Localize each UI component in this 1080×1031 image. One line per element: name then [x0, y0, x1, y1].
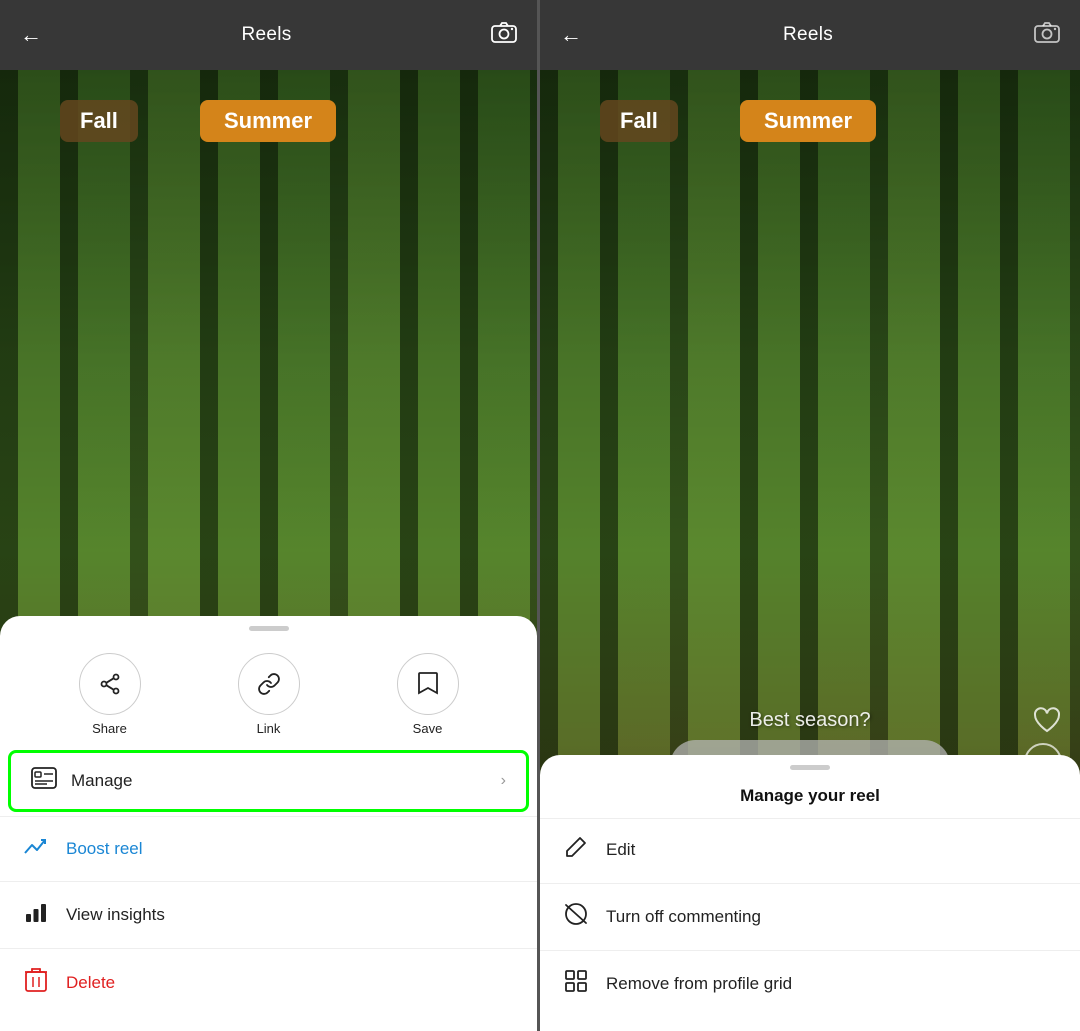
link-icon-circle: [238, 653, 300, 715]
delete-label: Delete: [66, 973, 115, 993]
right-camera-icon[interactable]: [1034, 21, 1060, 49]
view-insights-label: View insights: [66, 905, 165, 925]
manage-reel-title: Manage your reel: [540, 778, 1080, 819]
right-divider-1: [540, 883, 1080, 884]
right-divider-2: [540, 950, 1080, 951]
poll-question: Best season?: [670, 709, 950, 732]
left-summer-tag: Summer: [200, 100, 336, 142]
divider-3: [0, 948, 537, 949]
left-panel: ← Reels Fall Summer: [0, 0, 540, 1031]
link-label: Link: [257, 721, 281, 736]
right-summer-tag: Summer: [740, 100, 876, 142]
left-back-button[interactable]: ←: [20, 22, 42, 48]
share-action[interactable]: Share: [79, 653, 141, 736]
right-title: Reels: [783, 24, 833, 46]
left-sheet-handle: [249, 626, 289, 631]
insights-icon: [22, 900, 50, 930]
delete-icon: [22, 967, 50, 999]
edit-item[interactable]: Edit: [540, 819, 1080, 881]
right-back-button[interactable]: ←: [560, 22, 582, 48]
right-fall-tag: Fall: [600, 100, 678, 142]
share-icon-circle: [79, 653, 141, 715]
left-bottom-sheet: Share Link Sa: [0, 616, 537, 1031]
divider-2: [0, 881, 537, 882]
save-label: Save: [413, 721, 443, 736]
boost-reel-item[interactable]: Boost reel: [0, 819, 537, 879]
manage-row[interactable]: Manage ›: [8, 750, 529, 812]
left-fall-tag: Fall: [60, 100, 138, 142]
manage-icon: [31, 767, 57, 795]
boost-icon: [22, 835, 50, 863]
right-top-bar: ← Reels: [540, 0, 1080, 70]
save-action[interactable]: Save: [397, 653, 459, 736]
view-insights-item[interactable]: View insights: [0, 884, 537, 946]
share-label: Share: [92, 721, 127, 736]
manage-chevron: ›: [501, 772, 506, 790]
left-top-bar: ← Reels: [0, 0, 537, 70]
right-bottom-sheet: Manage your reel Edit Turn off commentin…: [540, 755, 1080, 1031]
link-action[interactable]: Link: [238, 653, 300, 736]
turn-off-commenting-label: Turn off commenting: [606, 907, 761, 927]
action-icons-row: Share Link Sa: [0, 639, 537, 746]
right-panel: ← Reels Fall Summer Best season? FALL SU…: [540, 0, 1080, 1031]
edit-icon: [562, 835, 590, 865]
turn-off-commenting-item[interactable]: Turn off commenting: [540, 886, 1080, 948]
manage-label: Manage: [71, 771, 501, 791]
comment-off-icon: [562, 902, 590, 932]
heart-button[interactable]: [1032, 706, 1062, 741]
remove-from-grid-item[interactable]: Remove from profile grid: [540, 953, 1080, 1015]
left-camera-icon[interactable]: [491, 21, 517, 49]
grid-icon: [562, 969, 590, 999]
right-sheet-handle: [790, 765, 830, 770]
save-icon-circle: [397, 653, 459, 715]
delete-item[interactable]: Delete: [0, 951, 537, 1015]
edit-label: Edit: [606, 840, 635, 860]
boost-reel-label: Boost reel: [66, 839, 143, 859]
remove-from-grid-label: Remove from profile grid: [606, 974, 792, 994]
left-title: Reels: [241, 24, 291, 46]
divider-1: [0, 816, 537, 817]
